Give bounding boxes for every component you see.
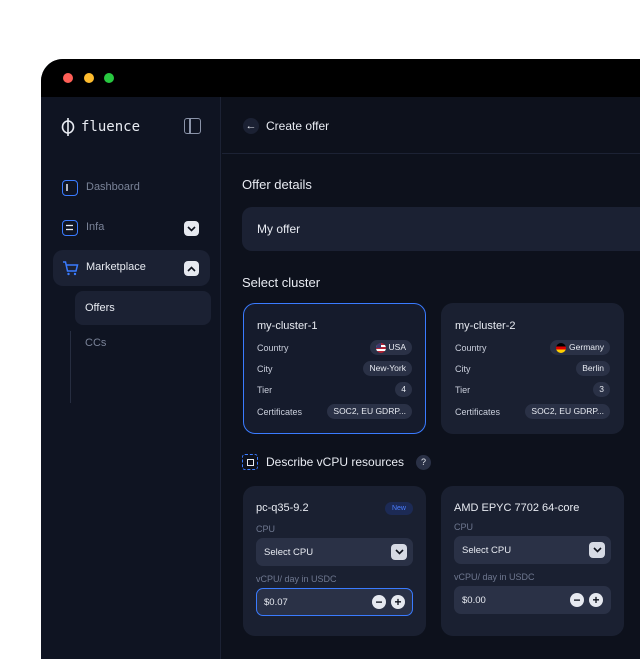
- vcpu-name: AMD EPYC 7702 64-core: [454, 502, 580, 514]
- cluster-card[interactable]: my-cluster-2 Country Germany City Berlin…: [441, 303, 624, 434]
- maximize-window-button[interactable]: [104, 73, 114, 83]
- us-flag-icon: [375, 342, 386, 353]
- vcpu-card: AMD EPYC 7702 64-core CPU Select CPU vCP…: [441, 486, 624, 636]
- brand-name: fluence: [81, 119, 141, 135]
- city-badge: Berlin: [576, 361, 610, 376]
- cluster-card[interactable]: my-cluster-1 Country USA City New-York T…: [243, 303, 426, 434]
- page-title: Create offer: [266, 119, 330, 133]
- cluster-name: my-cluster-1: [257, 320, 318, 332]
- new-badge: New: [384, 502, 413, 515]
- offer-name-input[interactable]: My offer: [242, 207, 640, 251]
- infra-icon: [62, 220, 78, 236]
- sidebar-item-label: Marketplace: [86, 261, 146, 273]
- country-label: Country: [257, 343, 289, 353]
- price-value: $0.07: [264, 597, 288, 608]
- city-label: City: [455, 364, 471, 374]
- decrement-button[interactable]: −: [372, 595, 386, 609]
- dashboard-icon: [62, 180, 78, 196]
- sidebar-item-infa[interactable]: Infa: [53, 210, 210, 246]
- increment-button[interactable]: +: [589, 593, 603, 607]
- certificates-badge: SOC2, EU GDRP...: [327, 404, 412, 419]
- window-titlebar: [41, 59, 640, 97]
- fluence-logo-icon: [61, 118, 75, 136]
- minimize-window-button[interactable]: [84, 73, 94, 83]
- sidebar-item-dashboard[interactable]: Dashboard: [53, 170, 210, 206]
- sidebar-collapse-icon[interactable]: [184, 118, 201, 134]
- price-label: vCPU/ day in USDC: [256, 574, 337, 584]
- tier-badge: 3: [593, 382, 610, 397]
- city-label: City: [257, 364, 273, 374]
- price-input[interactable]: $0.07 − +: [256, 588, 413, 616]
- germany-flag-icon: [556, 342, 567, 353]
- city-badge: New-York: [363, 361, 412, 376]
- sidebar-subitem-label: CCs: [85, 337, 107, 349]
- cpu-label: CPU: [256, 524, 276, 534]
- help-icon[interactable]: ?: [416, 454, 432, 470]
- decrement-button[interactable]: −: [570, 593, 584, 607]
- page-header: ← Create offer: [222, 97, 640, 154]
- cpu-select[interactable]: Select CPU: [256, 538, 413, 566]
- country-badge: USA: [369, 340, 412, 355]
- select-cluster-heading: Select cluster: [242, 275, 321, 290]
- tier-label: Tier: [257, 385, 273, 395]
- sidebar-item-label: Dashboard: [86, 181, 140, 193]
- cpu-select[interactable]: Select CPU: [454, 536, 611, 564]
- price-value: $0.00: [462, 595, 486, 606]
- app-window: fluence Dashboard Infa Marketplace Offer…: [41, 59, 640, 659]
- country-badge: Germany: [550, 340, 610, 355]
- vcpu-name: pc-q35-9.2: [256, 502, 309, 514]
- chevron-down-icon: [391, 544, 407, 560]
- chevron-down-icon[interactable]: [184, 221, 199, 236]
- close-window-button[interactable]: [63, 73, 73, 83]
- price-label: vCPU/ day in USDC: [454, 572, 535, 582]
- submenu-divider: [70, 331, 71, 403]
- sidebar-item-label: Infa: [86, 221, 105, 233]
- cpu-select-value: Select CPU: [264, 547, 314, 558]
- chevron-down-icon: [589, 542, 605, 558]
- cluster-name: my-cluster-2: [455, 320, 516, 332]
- vcpu-heading-row: Describe vCPU resources ?: [242, 454, 432, 470]
- chevron-up-icon[interactable]: [184, 261, 199, 276]
- brand-logo[interactable]: fluence: [61, 117, 140, 137]
- tier-badge: 4: [395, 382, 412, 397]
- offer-name-value: My offer: [257, 222, 301, 236]
- tier-label: Tier: [455, 385, 471, 395]
- vcpu-card: pc-q35-9.2 New CPU Select CPU vCPU/ day …: [243, 486, 426, 636]
- certificates-label: Certificates: [455, 407, 501, 417]
- cpu-label: CPU: [454, 522, 474, 532]
- sidebar-item-marketplace[interactable]: Marketplace: [53, 250, 210, 286]
- price-input[interactable]: $0.00 − +: [454, 586, 611, 614]
- back-arrow-icon[interactable]: ←: [243, 118, 259, 134]
- increment-button[interactable]: +: [391, 595, 405, 609]
- cpu-select-value: Select CPU: [462, 545, 512, 556]
- offer-details-heading: Offer details: [242, 177, 312, 192]
- country-label: Country: [455, 343, 487, 353]
- sidebar-subitem-label: Offers: [85, 302, 115, 314]
- certificates-badge: SOC2, EU GDRP...: [525, 404, 610, 419]
- vcpu-heading: Describe vCPU resources: [266, 455, 405, 469]
- sidebar-subitem-ccs[interactable]: CCs: [75, 326, 211, 360]
- cpu-chip-icon: [242, 454, 258, 470]
- cart-icon: [62, 260, 79, 276]
- sidebar: fluence Dashboard Infa Marketplace Offer…: [41, 97, 221, 659]
- sidebar-subitem-offers[interactable]: Offers: [75, 291, 211, 325]
- main-content: ← Create offer Offer details My offer Se…: [222, 97, 640, 659]
- certificates-label: Certificates: [257, 407, 303, 417]
